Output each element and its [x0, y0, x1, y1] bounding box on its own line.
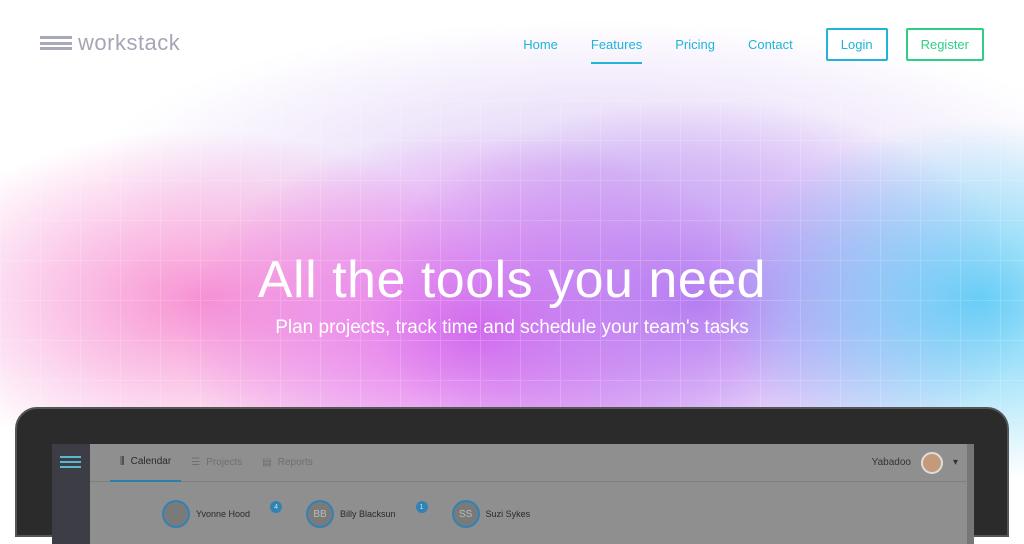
hero-title: All the tools you need [257, 251, 767, 309]
user-menu: Yabadoo ▾ [871, 451, 958, 474]
tab-label: Projects [206, 457, 243, 468]
avatar: SS [451, 500, 480, 528]
laptop-mockup: ⫼ Calendar ☰ Projects ▤ Reports Yabadoo ▾ Yv… [15, 407, 1009, 544]
logo[interactable]: workstack [40, 30, 180, 56]
app-screenshot: ⫼ Calendar ☰ Projects ▤ Reports Yabadoo ▾ Yv… [52, 444, 974, 544]
logo-text: workstack [78, 30, 181, 55]
avatar [920, 451, 943, 474]
register-button[interactable]: Register [905, 28, 984, 61]
document-icon: ▤ [262, 457, 272, 468]
logo-icon [40, 36, 72, 50]
main-nav: Home Features Pricing Contact Login Regi… [523, 28, 984, 64]
tab-calendar: ⫼ Calendar [110, 444, 182, 482]
people-list: Yvonne Hood 4 BB Billy Blacksun 1 SS Suzi Sy… [162, 500, 530, 528]
app-topbar: ⫼ Calendar ☰ Projects ▤ Reports Yabadoo ▾ [90, 444, 966, 482]
list-icon: ☰ [191, 457, 201, 468]
tab-label: Calendar [130, 456, 172, 467]
tab-reports: ▤ Reports [252, 444, 322, 482]
person-item: SS Suzi Sykes [451, 500, 531, 528]
avatar [162, 500, 190, 528]
user-name: Yabadoo [871, 457, 911, 468]
scrollbar [967, 444, 974, 544]
nav-pricing[interactable]: Pricing [675, 28, 715, 61]
person-item: BB Billy Blacksun 1 [306, 500, 428, 528]
tab-projects: ☰ Projects [181, 444, 252, 482]
avatar: BB [306, 500, 335, 528]
hero-subtitle: Plan projects, track time and schedule y… [275, 317, 749, 338]
person-name: Suzi Sykes [485, 509, 531, 519]
app-sidebar [52, 444, 90, 544]
nav-contact[interactable]: Contact [748, 28, 793, 61]
menu-icon [60, 456, 81, 471]
calendar-icon: ⫼ [120, 456, 125, 467]
person-name: Billy Blacksun [340, 509, 396, 519]
nav-home[interactable]: Home [523, 28, 558, 61]
count-badge: 1 [415, 501, 428, 513]
count-badge: 4 [270, 501, 283, 513]
person-name: Yvonne Hood [196, 509, 251, 519]
person-item: Yvonne Hood 4 [162, 500, 283, 528]
chevron-down-icon: ▾ [952, 457, 958, 468]
nav-features[interactable]: Features [590, 28, 643, 64]
tab-label: Reports [277, 457, 313, 468]
login-button[interactable]: Login [825, 28, 888, 61]
